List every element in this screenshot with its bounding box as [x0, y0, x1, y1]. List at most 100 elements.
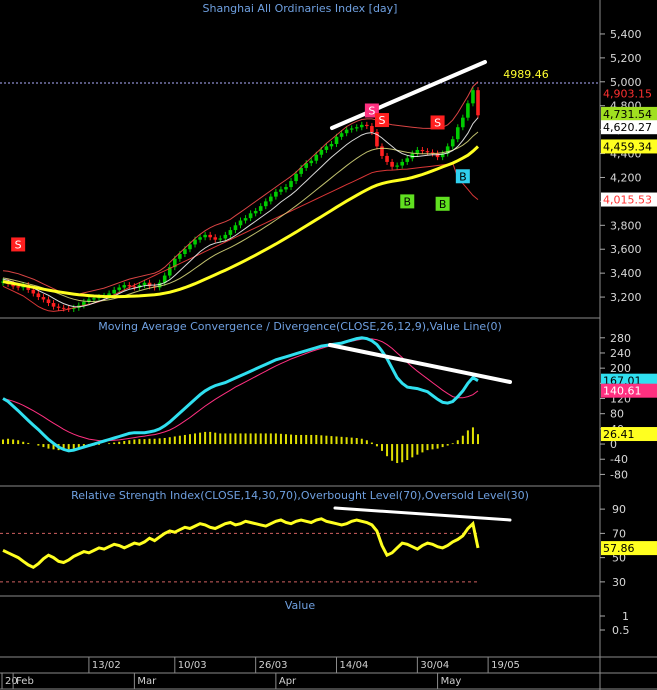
value-panel-title: Value	[285, 599, 315, 612]
signal-label: B	[439, 198, 447, 211]
candle-body	[233, 225, 238, 231]
candle-body	[203, 234, 207, 238]
candle-body	[274, 191, 278, 197]
candle-body	[279, 189, 283, 192]
candle-body	[41, 297, 46, 300]
candle-body	[354, 127, 359, 129]
candle-body	[61, 307, 66, 309]
candle-body	[36, 293, 41, 298]
candle-body	[284, 187, 288, 190]
candle-body	[253, 210, 258, 214]
candle-body	[127, 285, 132, 287]
candle-body	[466, 103, 470, 118]
candle-body	[294, 173, 298, 182]
candle-body	[289, 181, 293, 188]
macd-value-tag-label: 26.41	[603, 428, 635, 441]
resistance-label: 4989.46	[503, 68, 549, 81]
candle-body	[344, 129, 349, 134]
candle-body	[218, 238, 223, 240]
candle-body	[208, 234, 212, 238]
value-y-tick-label: 1	[622, 610, 629, 623]
candle-body	[223, 234, 228, 239]
candle-body	[324, 146, 329, 150]
candle-body	[56, 306, 61, 308]
candle-body	[258, 206, 263, 211]
macd-y-tick-label: 240	[610, 347, 631, 360]
month-tick-label: Apr	[279, 676, 297, 687]
candle-body	[198, 237, 202, 240]
candle-body	[31, 289, 36, 294]
candle-body	[450, 139, 455, 147]
rsi-y-tick-label: 70	[612, 527, 626, 540]
candle-body	[425, 151, 430, 153]
signal-label: S	[378, 114, 385, 127]
month-tick-label: Feb	[16, 676, 34, 687]
month-tick-label: Mar	[137, 676, 157, 687]
candle-body	[193, 239, 197, 245]
candle-body	[405, 158, 410, 162]
candle-body	[334, 136, 339, 144]
signal-label: S	[434, 116, 441, 129]
macd-panel-title: Moving Average Convergence / Divergence(…	[98, 320, 502, 333]
price-value-tag-label: 4,903.15	[603, 87, 652, 100]
candle-body	[365, 124, 369, 127]
rsi-y-tick-label: 30	[612, 576, 626, 589]
price-y-tick-label: 3,600	[610, 243, 642, 256]
candle-body	[461, 117, 465, 128]
candle-body	[263, 201, 268, 207]
price-y-tick-label: 3,800	[610, 219, 642, 232]
candle-body	[349, 128, 354, 130]
candle-body	[385, 155, 389, 162]
price-value-tag-label: 4,731.54	[603, 108, 652, 121]
rsi-y-tick-label: 90	[612, 503, 626, 516]
candle-body	[314, 154, 319, 161]
macd-value-tag-label: 140.61	[603, 385, 642, 398]
candle-body	[395, 165, 399, 167]
signal-label: B	[403, 195, 411, 208]
macd-y-tick-label: -40	[610, 453, 628, 466]
candle-body	[92, 298, 96, 300]
price-panel-title: Shanghai All Ordinaries Index [day]	[203, 2, 398, 15]
price-value-tag-label: 4,459.34	[603, 140, 652, 153]
price-y-tick-label: 3,200	[610, 291, 642, 304]
chart-window: Shanghai All Ordinaries Index [day] Movi…	[0, 0, 657, 690]
candle-body	[183, 249, 187, 255]
candle-body	[178, 254, 182, 259]
price-value-tag-label: 4,015.53	[603, 194, 652, 207]
date-tick-label: 13/02	[92, 660, 121, 671]
candle-body	[243, 218, 248, 221]
price-value-tag-label: 4,620.27	[603, 121, 652, 134]
rsi-value-tag-label: 57.86	[603, 542, 635, 555]
signal-label: B	[459, 170, 467, 183]
price-y-tick-label: 4,200	[610, 171, 642, 184]
rsi-panel-title: Relative Strength Index(CLOSE,14,30,70),…	[71, 489, 529, 502]
price-y-tick-label: 5,200	[610, 52, 642, 65]
candle-body	[420, 149, 425, 152]
candle-body	[51, 303, 56, 307]
candle-body	[188, 244, 192, 250]
candle-body	[309, 160, 314, 164]
candle-body	[142, 282, 147, 286]
date-tick-label: 26/03	[259, 660, 288, 671]
signal-label: S	[368, 104, 375, 117]
date-tick-label: 19/05	[491, 660, 520, 671]
month-tick-label: May	[441, 676, 462, 687]
candle-body	[228, 230, 233, 235]
candle-body	[213, 237, 218, 240]
macd-y-tick-label: 200	[610, 362, 631, 375]
macd-y-tick-label: -80	[610, 468, 628, 481]
date-tick-label: 30/04	[420, 660, 449, 671]
candle-body	[390, 161, 394, 167]
macd-y-tick-label: 80	[610, 408, 624, 421]
candle-body	[238, 220, 243, 226]
candle-body	[248, 213, 253, 219]
candle-body	[329, 143, 334, 147]
date-tick-label: 14/04	[340, 660, 369, 671]
candle-body	[471, 90, 475, 104]
signal-label: S	[15, 238, 22, 251]
candle-body	[455, 127, 460, 140]
candle-body	[16, 286, 20, 288]
chart-canvas: Shanghai All Ordinaries Index [day] Movi…	[0, 0, 657, 690]
candle-body	[339, 133, 344, 137]
price-y-tick-label: 5,400	[610, 28, 642, 41]
